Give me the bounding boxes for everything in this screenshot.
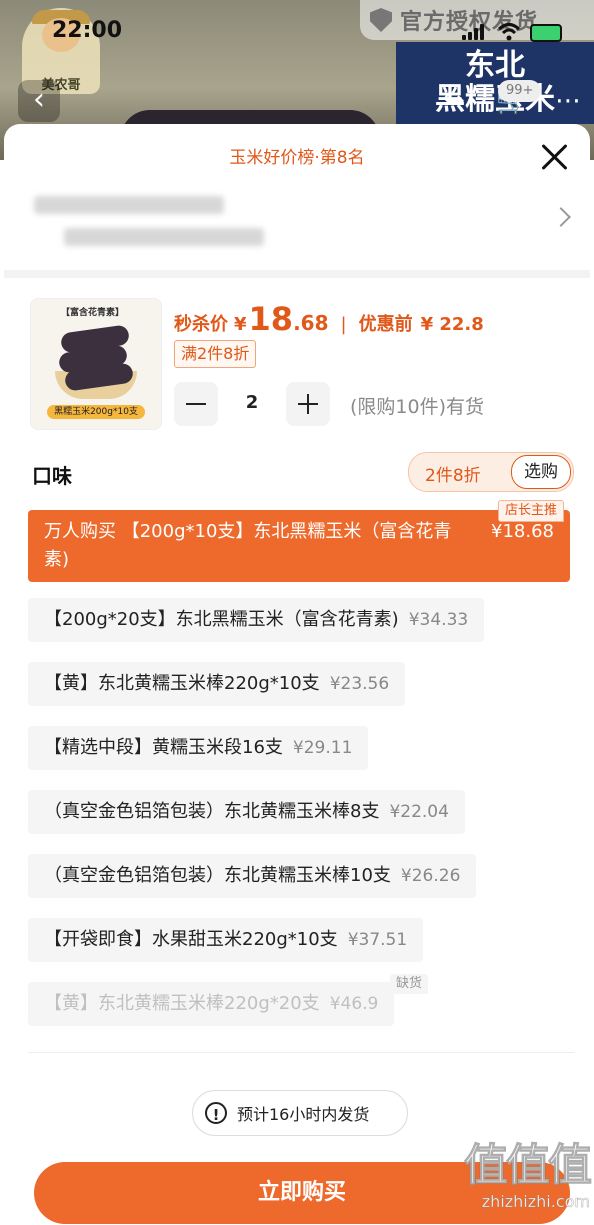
quantity-value[interactable]: 2: [230, 392, 274, 413]
cart-badge: 99+: [498, 80, 542, 102]
sku-option-name: （真空金色铝箔包装）东北黄糯玉米棒10支: [44, 865, 391, 886]
price-divider: |: [340, 314, 347, 335]
sku-option-name: 【开袋即食】水果甜玉米220g*10支: [44, 929, 338, 950]
flash-price-label: 秒杀价: [174, 314, 228, 335]
quantity-decrease-button[interactable]: [174, 382, 218, 426]
sku-option-name: 【黄】东北黄糯玉米棒220g*10支: [44, 673, 320, 694]
discount-tag: 满2件8折: [174, 340, 257, 368]
sku-option-price: ¥26.26: [400, 866, 461, 886]
sku-option-name: 【黄】东北黄糯玉米棒220g*20支: [44, 993, 320, 1014]
rank-title[interactable]: 玉米好价榜·第8名: [229, 148, 364, 168]
quantity-increase-button[interactable]: [286, 382, 330, 426]
flavor-title: 口味: [32, 464, 72, 488]
sku-option[interactable]: 【开袋即食】水果甜玉米220g*10支 ¥37.51: [28, 918, 424, 962]
thumbnail-top-tag: 【富含花青素】: [61, 308, 125, 318]
status-time: 22:00: [52, 18, 123, 43]
shipping-note: ! 预计16小时内发货: [192, 1090, 408, 1136]
sku-option-price: ¥29.11: [292, 738, 353, 758]
divider: [28, 1052, 574, 1053]
wifi-icon: [498, 23, 520, 41]
price-line: 秒杀价 ¥ 18 .68 | 优惠前 ¥ 22.8: [174, 300, 484, 340]
promo-text: 2件8折: [425, 466, 481, 486]
divider: [4, 270, 590, 278]
sku-option[interactable]: 【精选中段】黄糯玉米段16支 ¥29.11: [28, 726, 369, 770]
signal-icon: [462, 24, 488, 40]
sku-option[interactable]: （真空金色铝箔包装）东北黄糯玉米棒10支 ¥26.26: [28, 854, 477, 898]
close-icon[interactable]: [538, 140, 572, 174]
sku-option-name: 万人购买 【200g*10支】东北黑糯玉米（富含花青素): [44, 521, 452, 570]
sku-option-name: （真空金色铝箔包装）东北黄糯玉米棒8支: [44, 801, 380, 822]
chevron-right-icon: [551, 207, 571, 227]
purchase-limit-text: (限购10件)有货: [350, 396, 485, 418]
back-button[interactable]: ‹: [18, 80, 60, 122]
address-name-blurred: [34, 196, 224, 214]
sku-option-price: ¥46.9: [329, 994, 379, 1014]
product-thumbnail[interactable]: 【富含花青素】 黑糯玉米200g*10支: [30, 298, 162, 430]
thumbnail-bottom-tag: 黑糯玉米200g*10支: [47, 405, 145, 419]
original-price-label: 优惠前: [358, 314, 413, 335]
out-of-stock-tag: 缺货: [390, 974, 429, 994]
promo-pill: 2件8折 选购: [408, 452, 574, 492]
sku-option-price: ¥34.33: [408, 610, 469, 630]
watermark-logo: 值值值: [464, 1140, 593, 1192]
shipping-note-text: 预计16小时内发货: [237, 1105, 370, 1124]
battery-icon: [530, 24, 562, 42]
more-icon[interactable]: ⋯: [546, 80, 590, 122]
shield-icon: [370, 8, 392, 32]
sheet-header: 玉米好价榜·第8名: [4, 124, 590, 188]
sku-selection-sheet: 玉米好价榜·第8名 【富含花青素】 黑糯玉米200g*10支 秒杀价 ¥ 18 …: [4, 124, 590, 1225]
address-detail-blurred: [64, 228, 264, 246]
address-row[interactable]: [4, 188, 590, 278]
sku-option-price: ¥23.56: [329, 674, 390, 694]
watermark-url: zhizhizhi.com: [481, 1192, 591, 1212]
site-watermark: 值值值 zhizhizhi.com: [440, 1140, 593, 1224]
sku-option-name: 【精选中段】黄糯玉米段16支: [44, 737, 283, 758]
sku-option-name: 【200g*20支】东北黑糯玉米（富含花青素): [44, 609, 399, 630]
flash-price-integer: 18: [248, 300, 294, 338]
sku-option[interactable]: （真空金色铝箔包装）东北黄糯玉米棒8支 ¥22.04: [28, 790, 465, 834]
sku-option-selected[interactable]: 万人购买 【200g*10支】东北黑糯玉米（富含花青素) ¥18.68: [28, 510, 570, 582]
sku-option-price: ¥18.68: [491, 521, 554, 542]
sku-option-out-of-stock[interactable]: 【黄】东北黄糯玉米棒220g*20支 ¥46.9: [28, 982, 395, 1026]
sku-option[interactable]: 【黄】东北黄糯玉米棒220g*10支 ¥23.56: [28, 662, 406, 706]
product-title-line-1: 东北: [465, 48, 525, 83]
recommend-tag: 店长主推: [498, 500, 565, 522]
currency-symbol: ¥: [234, 314, 247, 335]
sku-option-price: ¥22.04: [389, 802, 449, 822]
info-icon: !: [205, 1102, 227, 1124]
sku-option[interactable]: 【200g*20支】东北黑糯玉米（富含花青素) ¥34.33: [28, 598, 485, 642]
original-price-value: ¥ 22.8: [420, 314, 484, 335]
flash-price-decimal: .68: [293, 311, 329, 335]
share-icon[interactable]: ↪: [432, 80, 476, 122]
promo-select-button[interactable]: 选购: [511, 455, 571, 489]
sku-option-price: ¥37.51: [347, 930, 408, 950]
